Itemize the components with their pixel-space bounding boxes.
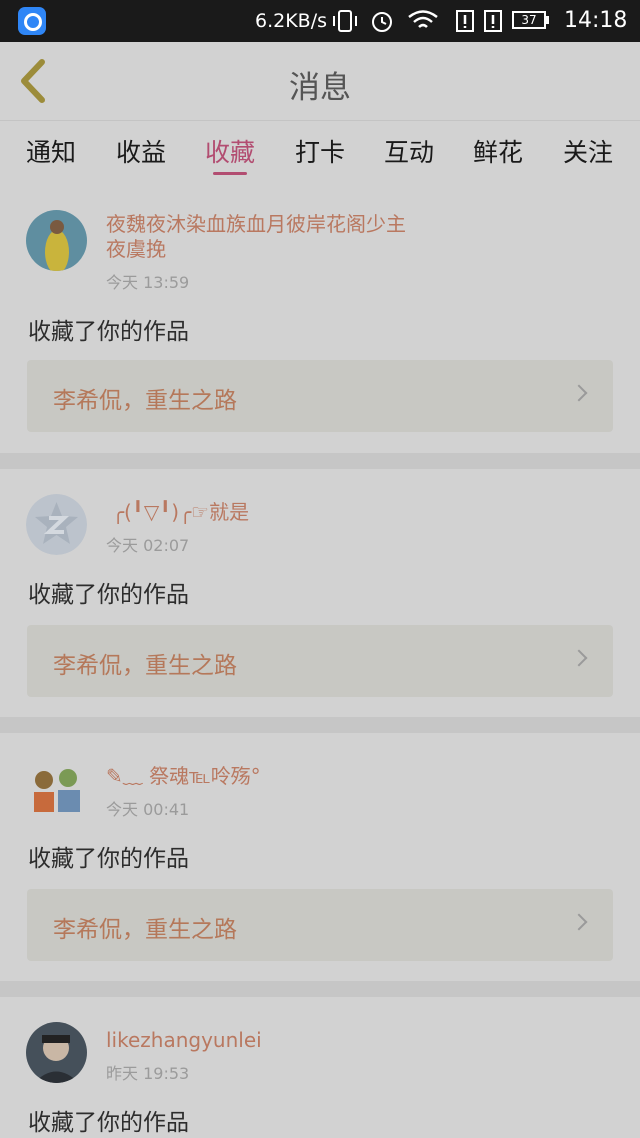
timestamp: 今天 02:07 [106, 536, 190, 555]
divider [0, 453, 640, 469]
active-tab-indicator [213, 172, 247, 175]
chevron-right-icon [570, 384, 588, 402]
chevron-right-icon [570, 649, 588, 667]
work-link[interactable]: 李希侃，重生之路 [27, 360, 613, 432]
tab-earnings[interactable]: 收益 [106, 133, 176, 169]
divider [0, 717, 640, 733]
tab-flowers[interactable]: 鲜花 [463, 133, 533, 169]
action-text: 收藏了你的作品 [28, 846, 189, 872]
avatar[interactable] [26, 494, 87, 555]
alarm-icon [372, 12, 392, 32]
avatar[interactable] [26, 210, 87, 271]
work-title: 李希侃，重生之路 [53, 653, 237, 679]
message-card: ╭(╹▽╹)╭☞就是 今天 02:07 收藏了你的作品 李希侃，重生之路 [0, 469, 640, 717]
work-title: 李希侃，重生之路 [53, 917, 237, 943]
message-card: ✎﹏ 祭魂℡呤殇° 今天 00:41 收藏了你的作品 李希侃，重生之路 [0, 733, 640, 981]
app-notification-icon [18, 7, 46, 35]
username[interactable]: ✎﹏ 祭魂℡呤殇° [106, 764, 416, 789]
action-text: 收藏了你的作品 [28, 319, 189, 345]
action-text: 收藏了你的作品 [28, 582, 189, 608]
vibrate-icon [333, 10, 357, 32]
page-title: 消息 [289, 70, 351, 106]
avatar[interactable] [26, 1022, 87, 1083]
battery-icon: 37 [512, 11, 546, 29]
chevron-right-icon [570, 913, 588, 931]
work-link[interactable]: 李希侃，重生之路 [27, 625, 613, 697]
tab-interaction[interactable]: 互动 [374, 133, 444, 169]
username[interactable]: ╭(╹▽╹)╭☞就是 [112, 500, 422, 525]
work-link[interactable]: 李希侃，重生之路 [27, 889, 613, 961]
sim1-alert-icon [456, 10, 474, 32]
network-speed: 6.2KB/s [255, 10, 328, 32]
tab-checkin[interactable]: 打卡 [285, 133, 355, 169]
tab-favorites[interactable]: 收藏 [195, 133, 265, 169]
work-title: 李希侃，重生之路 [53, 388, 237, 414]
avatar[interactable] [26, 758, 87, 819]
action-text: 收藏了你的作品 [28, 1110, 189, 1136]
message-card: 夜魏夜沐染血族血月彼岸花阁少主夜虞挽 今天 13:59 收藏了你的作品 李希侃，… [0, 181, 640, 453]
timestamp: 今天 13:59 [106, 273, 190, 292]
username[interactable]: likezhangyunlei [106, 1028, 416, 1053]
tab-bar: 通知 收益 收藏 打卡 互动 鲜花 关注 [0, 120, 640, 181]
timestamp: 今天 00:41 [106, 800, 190, 819]
header-bar: 消息 [0, 42, 640, 120]
timestamp: 昨天 19:53 [106, 1064, 190, 1083]
tab-following[interactable]: 关注 [553, 133, 623, 169]
username[interactable]: 夜魏夜沐染血族血月彼岸花阁少主夜虞挽 [106, 212, 416, 262]
wifi-icon [408, 10, 438, 28]
tab-notifications[interactable]: 通知 [16, 133, 86, 169]
divider [0, 981, 640, 997]
clock: 14:18 [564, 8, 628, 33]
message-card: likezhangyunlei 昨天 19:53 收藏了你的作品 [0, 997, 640, 1138]
sim2-alert-icon [484, 10, 502, 32]
status-bar: 6.2KB/s 37 14:18 [0, 0, 640, 42]
